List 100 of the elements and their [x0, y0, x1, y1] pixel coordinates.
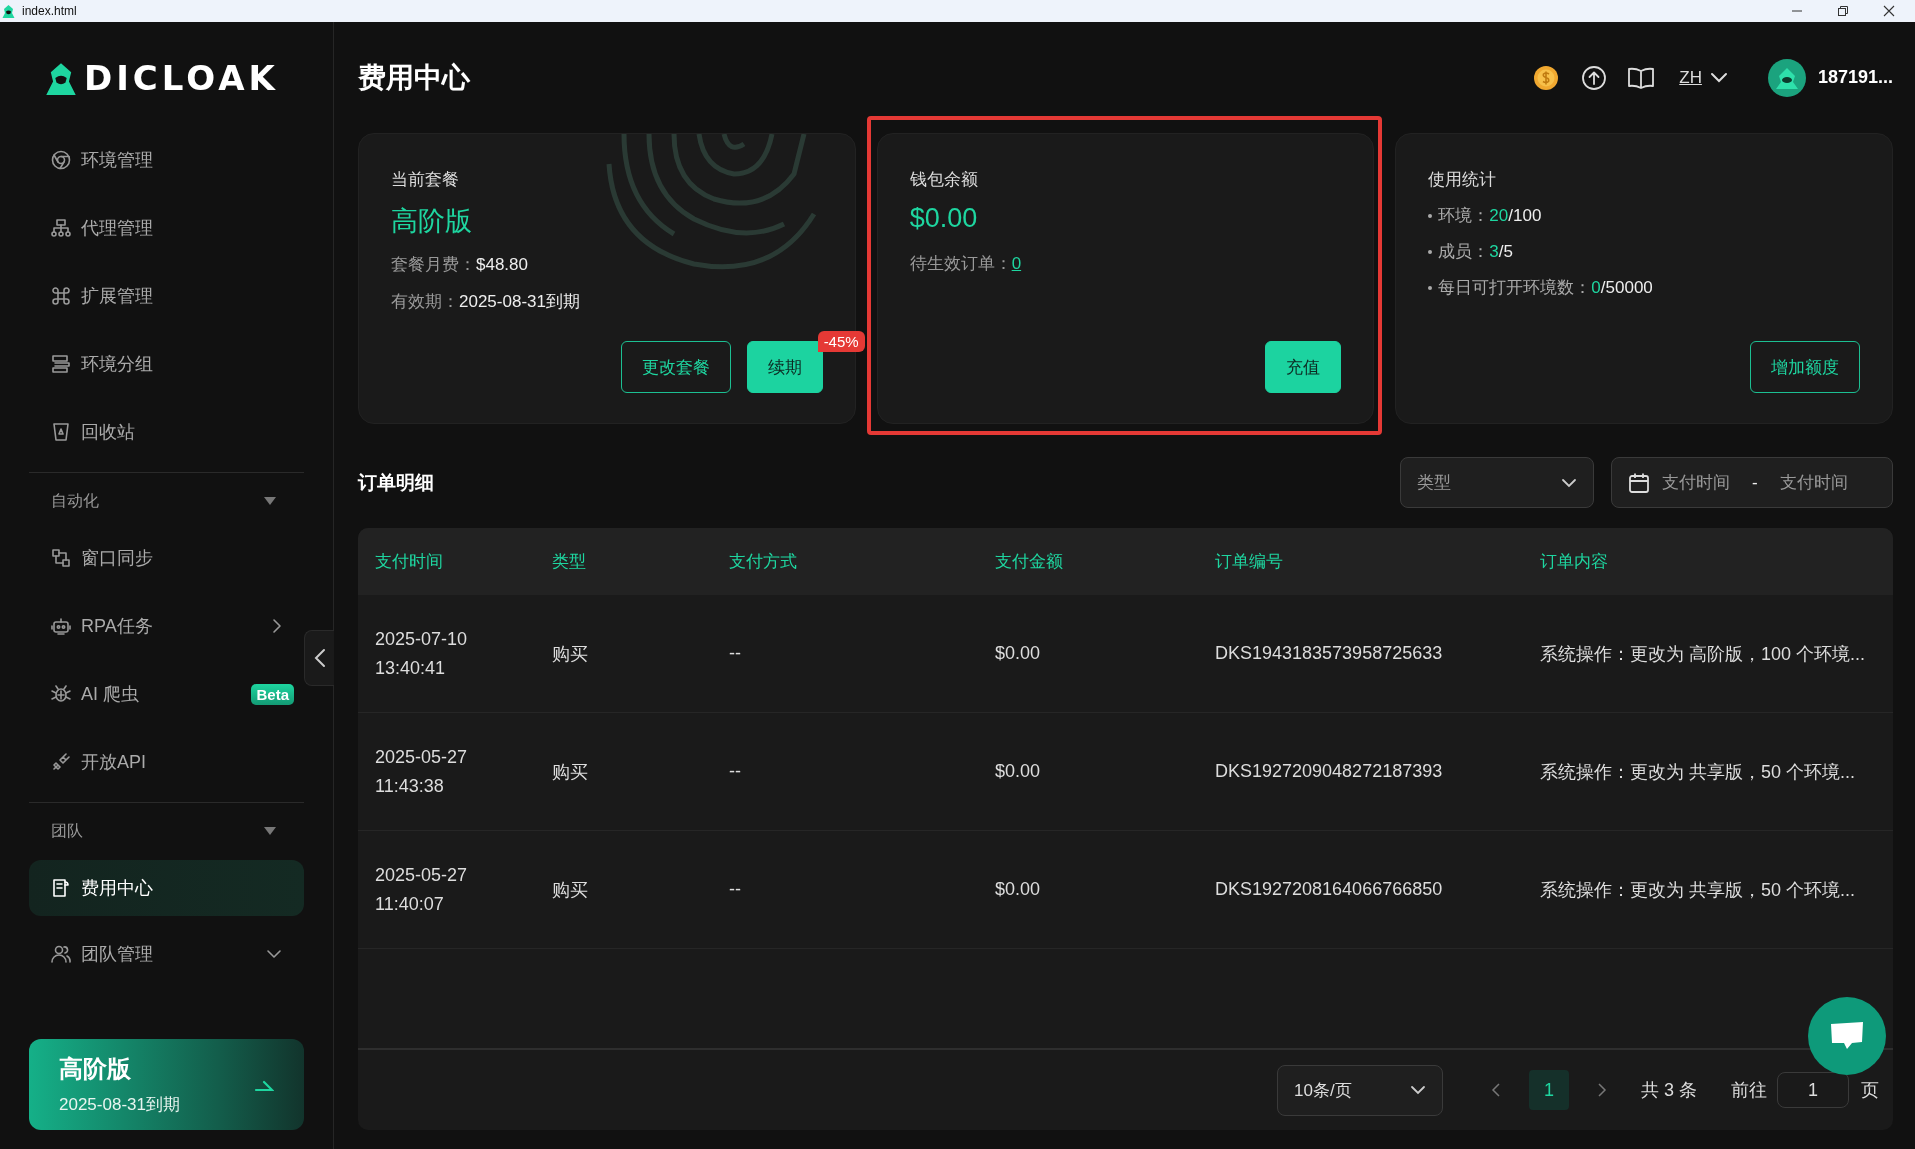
recharge-button[interactable]: 充值	[1265, 341, 1342, 393]
nav-item[interactable]: RPA任务	[29, 598, 304, 654]
table-cell-text: DKS1927208164066766850	[1215, 879, 1444, 900]
column-header: 类型	[552, 551, 587, 573]
section-header[interactable]: 团队	[29, 811, 304, 851]
previous-page-icon[interactable]	[1491, 1082, 1501, 1098]
user-name[interactable]: 187191...	[1817, 67, 1893, 88]
table-cell-text: --	[729, 761, 742, 782]
total-count: 共 3 条	[1641, 1079, 1697, 1102]
language-selector[interactable]: ZH	[1679, 67, 1728, 88]
table-cell-text: DKS1927209048272187393	[1215, 761, 1444, 782]
table-cell-text: 2025-07-10 13:40:41	[375, 627, 469, 680]
plan-name: 高阶版	[391, 205, 473, 238]
usage-stat: 成员：3/5	[1428, 240, 1860, 263]
nav-item[interactable]: 环境分组	[29, 336, 304, 392]
nav-item[interactable]: 窗口同步	[29, 530, 304, 586]
column-header: 订单内容	[1540, 551, 1609, 573]
goto-label: 前往	[1731, 1079, 1767, 1102]
chevron-down-icon	[1709, 71, 1728, 84]
page-title: 费用中心	[358, 60, 470, 95]
chevron-down-icon	[1410, 1085, 1426, 1095]
nav-item[interactable]: 代理管理	[29, 200, 304, 256]
page-suffix: 页	[1861, 1079, 1879, 1102]
nav-icon	[51, 878, 71, 898]
nav-item[interactable]: AI 爬虫 Beta	[29, 666, 304, 722]
usage-stat: 每日可打开环境数：0/50000	[1428, 276, 1860, 299]
beta-badge: Beta	[251, 683, 294, 705]
restore-icon[interactable]	[1837, 5, 1849, 17]
nav-icon	[51, 286, 71, 306]
chevron-left-icon	[313, 648, 326, 668]
logo-wordmark: DICLOAK	[84, 58, 279, 98]
table-cell-text: $0.00	[995, 879, 1042, 900]
pending-orders-link[interactable]: 0	[1011, 254, 1022, 273]
section-title: 订单明细	[358, 470, 435, 495]
wallet-balance: $0.00	[909, 203, 979, 234]
table-cell-text: 购买	[552, 878, 589, 902]
nav-icon	[51, 218, 71, 238]
nav-item[interactable]: 团队管理	[29, 926, 304, 982]
table-cell-text: 购买	[552, 760, 589, 784]
nav-icon	[51, 548, 71, 568]
nav-item[interactable]: 费用中心	[29, 860, 304, 916]
plan-name: 高阶版	[59, 1054, 132, 1084]
nav-item[interactable]: 环境管理	[29, 132, 304, 188]
table-cell-text: --	[729, 643, 742, 664]
pending-orders-label: 待生效订单：	[909, 254, 1012, 273]
page-button[interactable]: 1	[1529, 1070, 1569, 1110]
card-title: 钱包余额	[909, 169, 979, 191]
nav-icon	[51, 752, 71, 772]
page-input[interactable]: 1	[1777, 1072, 1849, 1108]
app-icon	[2, 4, 16, 18]
plan-detail: 有效期：2025-08-31到期	[391, 291, 581, 313]
table-cell-text: 系统操作：更改为 共享版，50 个环境...	[1540, 878, 1857, 902]
window-title: index.html	[22, 4, 78, 18]
plan-card[interactable]: 高阶版 2025-08-31到期	[29, 1039, 304, 1130]
column-header: 支付金额	[995, 551, 1064, 573]
add-quota-button[interactable]: 增加额度	[1750, 341, 1860, 393]
table-cell-text: 2025-05-27 11:40:07	[375, 863, 469, 916]
chevron-down-icon	[1561, 477, 1577, 488]
section-title: 团队	[51, 820, 83, 841]
chevron-right-icon	[272, 618, 282, 634]
renew-button[interactable]: 续期	[746, 341, 823, 393]
page-size-dropdown[interactable]: 10条/页	[1277, 1064, 1443, 1116]
column-header: 支付时间	[375, 551, 444, 573]
table-cell-text: 购买	[552, 642, 589, 666]
nav-icon	[51, 944, 71, 964]
date-range-picker[interactable]: 支付时间 - 支付时间	[1611, 457, 1893, 508]
table-cell-text: --	[729, 879, 742, 900]
book-icon[interactable]	[1627, 65, 1656, 90]
table-cell-text: 2025-05-27 11:43:38	[375, 745, 469, 798]
nav-icon	[51, 422, 71, 442]
discount-badge: -45%	[817, 331, 865, 352]
table-cell-text: $0.00	[995, 761, 1042, 782]
collapse-button[interactable]	[304, 630, 334, 686]
nav-item[interactable]: 扩展管理	[29, 268, 304, 324]
calendar-icon	[1628, 471, 1650, 494]
nav-item[interactable]: 开放API	[29, 734, 304, 790]
next-page-icon[interactable]	[1597, 1082, 1607, 1098]
column-header: 订单编号	[1215, 551, 1284, 573]
avatar-icon	[1767, 58, 1806, 97]
column-header: 支付方式	[729, 551, 798, 573]
type-dropdown[interactable]: 类型	[1400, 457, 1594, 508]
nav-icon	[51, 150, 71, 170]
nav-icon	[51, 684, 71, 704]
section-header[interactable]: 自动化	[29, 481, 304, 521]
table-cell-text: DKS1943183573958725633	[1215, 643, 1444, 664]
usage-stat: 环境：20/100	[1428, 204, 1860, 227]
card-title: 使用统计	[1428, 169, 1498, 191]
nav-item[interactable]: 回收站	[29, 404, 304, 460]
table-cell-text: 系统操作：更改为 高阶版，100 个环境...	[1540, 642, 1867, 666]
nav-icon	[51, 354, 71, 374]
section-title: 自动化	[51, 490, 99, 511]
table-cell-text: $0.00	[995, 643, 1042, 664]
logo-icon	[46, 61, 76, 95]
upload-icon[interactable]	[1581, 64, 1608, 91]
plan-expiry: 2025-08-31到期	[59, 1094, 181, 1116]
change-plan-button[interactable]: 更改套餐	[620, 341, 731, 393]
table-cell-text: 系统操作：更改为 共享版，50 个环境...	[1540, 760, 1857, 784]
card-title: 当前套餐	[391, 169, 460, 191]
nav-icon	[51, 616, 71, 636]
close-icon[interactable]	[1883, 5, 1895, 17]
